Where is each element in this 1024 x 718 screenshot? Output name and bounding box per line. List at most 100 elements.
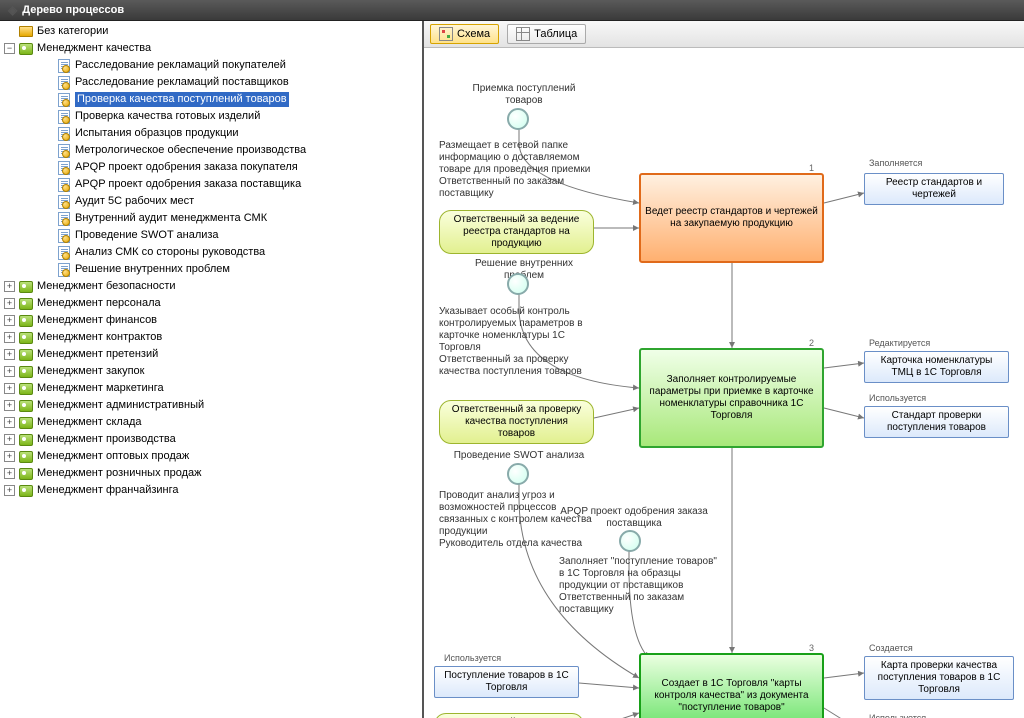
output-box-4[interactable]: Карта проверки качества поступления това… bbox=[864, 656, 1014, 700]
input-desc-1: Размещает в сетевой папке информацию о д… bbox=[439, 140, 609, 200]
process-doc-icon bbox=[56, 75, 72, 90]
tree-item[interactable]: Проверка качества готовых изделий bbox=[0, 108, 422, 125]
output-box-2[interactable]: Карточка номенклатуры ТМЦ в 1С Торговля bbox=[864, 351, 1009, 383]
interface-node-4[interactable] bbox=[619, 530, 641, 552]
tree-item-label: Метрологическое обеспечение производства bbox=[75, 143, 306, 158]
package-icon bbox=[18, 41, 34, 56]
tree-item[interactable]: APQP проект одобрения заказа поставщика bbox=[0, 176, 422, 193]
expander-placeholder bbox=[42, 94, 53, 105]
tree-item[interactable]: Анализ СМК со стороны руководства bbox=[0, 244, 422, 261]
process-doc-icon bbox=[56, 262, 72, 277]
tree-item[interactable]: +Менеджмент производства bbox=[0, 431, 422, 448]
out-label-1: Заполняется bbox=[869, 158, 922, 168]
expand-icon[interactable]: + bbox=[4, 434, 15, 445]
tree-item[interactable]: +Менеджмент склада bbox=[0, 414, 422, 431]
expand-icon[interactable]: + bbox=[4, 281, 15, 292]
input-doc-1[interactable]: Поступление товаров в 1С Торговля bbox=[434, 666, 579, 698]
output-box-1[interactable]: Реестр стандартов и чертежей bbox=[864, 173, 1004, 205]
input-desc-2: Указывает особый контроль контролируемых… bbox=[439, 306, 609, 378]
package-icon bbox=[18, 296, 34, 311]
expand-icon[interactable]: + bbox=[4, 485, 15, 496]
tag-icon: ◈ bbox=[8, 3, 17, 17]
process-doc-icon bbox=[56, 177, 72, 192]
expander-placeholder bbox=[42, 213, 53, 224]
expander-placeholder bbox=[42, 264, 53, 275]
expander-placeholder bbox=[42, 128, 53, 139]
role-box-3[interactable]: Ответственный за проверку качества посту… bbox=[434, 713, 584, 718]
expander-placeholder bbox=[42, 247, 53, 258]
collapse-icon[interactable]: − bbox=[4, 43, 15, 54]
expand-icon[interactable]: + bbox=[4, 417, 15, 428]
interface-node-1[interactable] bbox=[507, 108, 529, 130]
interface-node-2[interactable] bbox=[507, 273, 529, 295]
package-icon bbox=[18, 466, 34, 481]
tree-item[interactable]: Внутренний аудит менеджмента СМК bbox=[0, 210, 422, 227]
table-view-button[interactable]: Таблица bbox=[507, 24, 586, 44]
tree-item[interactable]: + Менеджмент оптовых продаж bbox=[0, 448, 422, 465]
package-icon bbox=[18, 398, 34, 413]
process-step-2[interactable]: Заполняет контролируемые параметры при п… bbox=[639, 348, 824, 448]
tree-item[interactable]: Проверка качества поступлений товаров bbox=[0, 91, 422, 108]
schema-view-button[interactable]: Схема bbox=[430, 24, 499, 44]
role-box-1[interactable]: Ответственный за ведение реестра стандар… bbox=[439, 210, 594, 254]
input-title-4: APQP проект одобрения заказа поставщика bbox=[559, 506, 709, 530]
process-doc-icon bbox=[56, 109, 72, 124]
tree-item[interactable]: +Менеджмент закупок bbox=[0, 363, 422, 380]
process-step-3[interactable]: Создает в 1С Торговля "карты контроля ка… bbox=[639, 653, 824, 718]
interface-node-3[interactable] bbox=[507, 463, 529, 485]
window-title: Дерево процессов bbox=[22, 4, 124, 16]
tree-item[interactable]: + Менеджмент персонала bbox=[0, 295, 422, 312]
schema-icon bbox=[439, 27, 453, 41]
tree-item[interactable]: Расследование рекламаций поставщиков bbox=[0, 74, 422, 91]
expand-icon[interactable]: + bbox=[4, 451, 15, 462]
tree-item[interactable]: + Менеджмент безопасности bbox=[0, 278, 422, 295]
tree-item[interactable]: Испытания образцов продукции bbox=[0, 125, 422, 142]
tree-item[interactable]: Проведение SWOT анализа bbox=[0, 227, 422, 244]
expand-icon[interactable]: + bbox=[4, 349, 15, 360]
package-icon bbox=[18, 347, 34, 362]
expand-icon[interactable]: + bbox=[4, 298, 15, 309]
tree-item[interactable]: Аудит 5С рабочих мест bbox=[0, 193, 422, 210]
tree-item[interactable]: Решение внутренних проблем bbox=[0, 261, 422, 278]
tree-item[interactable]: −Менеджмент качества bbox=[0, 40, 422, 57]
tree-item[interactable]: + Менеджмент франчайзинга bbox=[0, 482, 422, 499]
tree-item[interactable]: Расследование рекламаций покупателей bbox=[0, 57, 422, 74]
diagram-canvas[interactable]: Приемка поступлений товаров Размещает в … bbox=[424, 48, 1024, 718]
expand-icon[interactable]: + bbox=[4, 383, 15, 394]
tree-item[interactable]: +Менеджмент маркетинга bbox=[0, 380, 422, 397]
role-box-2[interactable]: Ответственный за проверку качества посту… bbox=[439, 400, 594, 444]
tree-item[interactable]: + Менеджмент административный bbox=[0, 397, 422, 414]
tree-item[interactable]: +Менеджмент контрактов bbox=[0, 329, 422, 346]
process-doc-icon bbox=[56, 58, 72, 73]
process-tree[interactable]: Без категории−Менеджмент качестваРасслед… bbox=[0, 21, 424, 718]
tree-item[interactable]: +Менеджмент розничных продаж bbox=[0, 465, 422, 482]
expand-icon[interactable]: + bbox=[4, 468, 15, 479]
tree-item[interactable]: Без категории bbox=[0, 23, 422, 40]
expand-icon[interactable]: + bbox=[4, 366, 15, 377]
view-toolbar: Схема Таблица bbox=[424, 21, 1024, 48]
process-doc-icon bbox=[56, 92, 72, 107]
tree-item-label: Менеджмент франчайзинга bbox=[37, 483, 179, 498]
package-icon bbox=[18, 449, 34, 464]
tree-item-label: Менеджмент безопасности bbox=[37, 279, 176, 294]
tree-item-label: Менеджмент персонала bbox=[37, 296, 161, 311]
out-label-4: Создается bbox=[869, 643, 913, 653]
tree-item[interactable]: APQP проект одобрения заказа покупателя bbox=[0, 159, 422, 176]
tree-item-label: Менеджмент финансов bbox=[37, 313, 157, 328]
expand-icon[interactable]: + bbox=[4, 315, 15, 326]
tree-item-label: Менеджмент претензий bbox=[37, 347, 158, 362]
tree-item[interactable]: Метрологическое обеспечение производства bbox=[0, 142, 422, 159]
expand-icon[interactable]: + bbox=[4, 400, 15, 411]
expander-placeholder bbox=[42, 60, 53, 71]
out-label-2: Редактируется bbox=[869, 338, 930, 348]
tree-item[interactable]: + Менеджмент претензий bbox=[0, 346, 422, 363]
process-doc-icon bbox=[56, 228, 72, 243]
tree-item-label: Менеджмент оптовых продаж bbox=[37, 449, 189, 464]
process-doc-icon bbox=[56, 194, 72, 209]
tree-item-label: Менеджмент административный bbox=[37, 398, 204, 413]
output-box-3[interactable]: Стандарт проверки поступления товаров bbox=[864, 406, 1009, 438]
process-step-1[interactable]: Ведет реестр стандартов и чертежей на за… bbox=[639, 173, 824, 263]
expand-icon[interactable]: + bbox=[4, 332, 15, 343]
tree-item[interactable]: + Менеджмент финансов bbox=[0, 312, 422, 329]
folder-icon bbox=[18, 24, 34, 39]
